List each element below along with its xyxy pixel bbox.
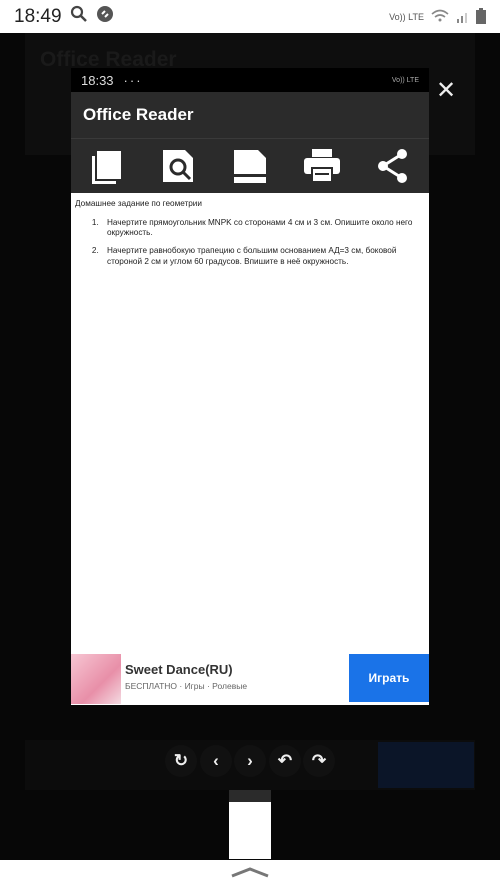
app-title: Office Reader: [71, 92, 429, 139]
chevron-left-icon[interactable]: ‹: [200, 745, 232, 777]
inner-status-bar: 18:33 ··· Vo)) LTE: [71, 68, 429, 92]
share-icon[interactable]: [373, 146, 413, 186]
signal-icon: [456, 9, 470, 25]
close-icon[interactable]: ✕: [436, 76, 456, 105]
document-content: Домашнее задание по геометрии Начертите …: [71, 193, 429, 653]
ad-play-button[interactable]: Играть: [349, 654, 429, 702]
battery-icon: [476, 7, 486, 26]
refresh-icon[interactable]: ↻: [165, 745, 197, 777]
shazam-icon: [96, 5, 114, 28]
undo-icon[interactable]: ↶: [269, 745, 301, 777]
network-label: Vo)) LTE: [389, 11, 424, 22]
toolbar: [71, 139, 429, 193]
clock: 18:49: [14, 5, 62, 27]
inner-network-label: Vo)) LTE: [391, 76, 419, 84]
task-item: Начертите прямоугольник MNPK со сторонам…: [101, 218, 425, 239]
task-item: Начертите равнобокую трапецию с большим …: [101, 246, 425, 267]
document-heading: Домашнее задание по геометрии: [75, 199, 202, 208]
status-bar: 18:49 Vo)) LTE: [0, 0, 500, 33]
ad-title: Sweet Dance(RU): [125, 662, 233, 677]
more-notifications-icon: ···: [123, 72, 143, 88]
ad-image: [71, 654, 121, 704]
chevron-right-icon[interactable]: ›: [234, 745, 266, 777]
redo-icon[interactable]: ↷: [303, 745, 335, 777]
background-ad-button: [378, 742, 474, 788]
screenshot-thumbnail[interactable]: [229, 790, 271, 859]
document-search-icon[interactable]: [158, 146, 198, 186]
ad-subtitle: БЕСПЛАТНО · Игры · Ролевые: [125, 681, 248, 691]
wifi-icon: [430, 9, 450, 25]
print-icon[interactable]: [302, 146, 342, 186]
copy-icon[interactable]: [87, 146, 127, 186]
search-icon: [70, 5, 88, 28]
document-icon[interactable]: [230, 146, 270, 186]
navigation-bar: [0, 860, 500, 888]
inner-clock: 18:33: [81, 72, 114, 88]
chevron-up-icon[interactable]: [230, 865, 270, 883]
ad-banner[interactable]: Sweet Dance(RU) БЕСПЛАТНО · Игры · Ролев…: [71, 654, 429, 704]
screenshot-preview[interactable]: 18:33 ··· Vo)) LTE Office Reader Домашне…: [71, 68, 429, 705]
